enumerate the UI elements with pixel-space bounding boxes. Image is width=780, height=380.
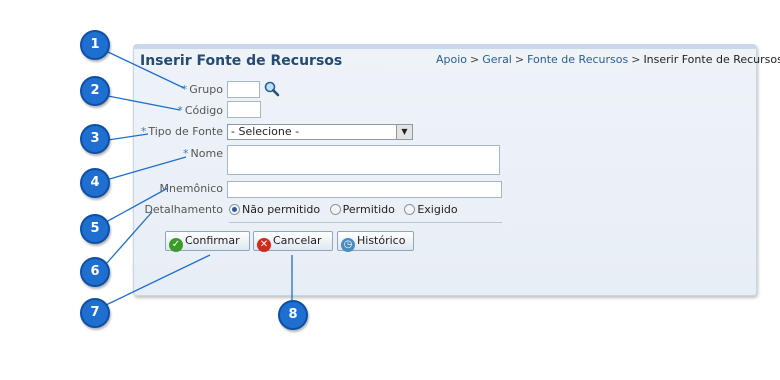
callout-line-7 xyxy=(105,254,211,306)
callout-badge-8: 8 xyxy=(278,300,308,330)
callout-badge-7: 7 xyxy=(80,298,110,328)
callout-badge-1: 1 xyxy=(80,30,110,60)
callout-badge-4: 4 xyxy=(80,168,110,198)
callout-line-2 xyxy=(107,95,181,111)
callout-line-3 xyxy=(107,133,149,141)
callout-lines xyxy=(105,51,293,306)
callout-badge-2: 2 xyxy=(80,76,110,106)
callout-badge-6: 6 xyxy=(80,257,110,287)
callout-line-6 xyxy=(105,211,153,265)
callout-badge-5: 5 xyxy=(80,214,110,244)
callout-badge-3: 3 xyxy=(80,124,110,154)
callout-line-4 xyxy=(105,156,187,181)
callout-line-5 xyxy=(105,187,169,223)
callout-line-1 xyxy=(107,51,185,89)
